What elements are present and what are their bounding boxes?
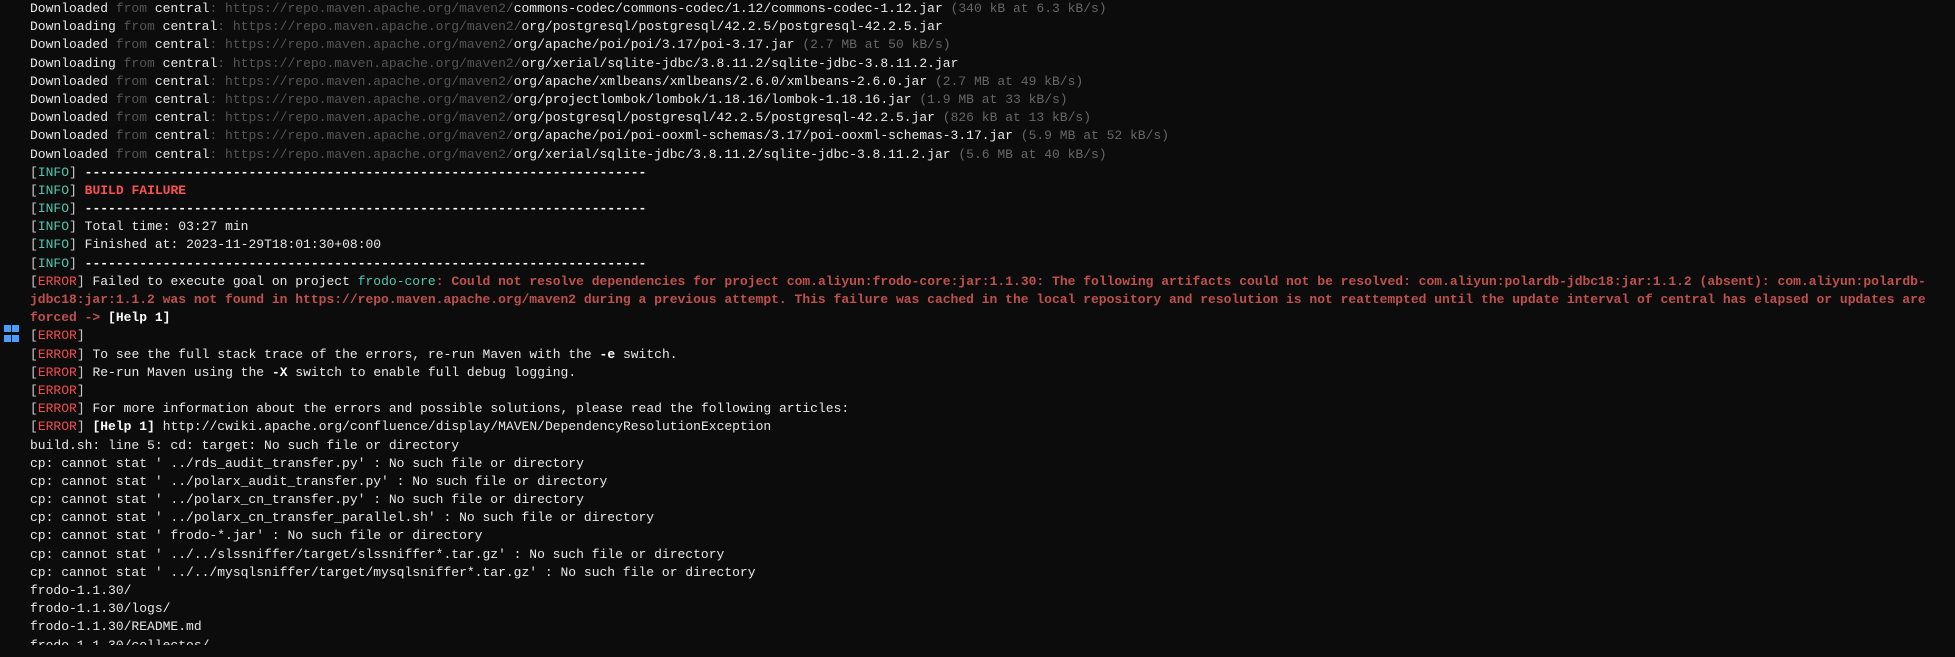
download-line: Downloaded from central: https://repo.ma… [30,73,1955,91]
error-line: [ERROR] For more information about the e… [30,400,1955,418]
error-line: [ERROR] [30,327,1955,345]
error-line: [ERROR] Re-run Maven using the -X switch… [30,364,1955,382]
download-line: Downloaded from central: https://repo.ma… [30,127,1955,145]
download-line: Downloaded from central: https://repo.ma… [30,109,1955,127]
error-goal: [ERROR] Failed to execute goal on projec… [30,273,1955,328]
download-line: Downloading from central: https://repo.m… [30,18,1955,36]
download-line: Downloaded from central: https://repo.ma… [30,36,1955,54]
build-failure: [INFO] BUILD FAILURE [30,182,1955,200]
download-line: Downloaded from central: https://repo.ma… [30,146,1955,164]
shell-output: cp: cannot stat ' ../polarx_cn_transfer.… [30,491,1955,509]
error-line: [ERROR] To see the full stack trace of t… [30,346,1955,364]
shell-output: cp: cannot stat ' frodo-*.jar' : No such… [30,527,1955,545]
error-line: [ERROR] [30,382,1955,400]
info-line: [INFO] Finished at: 2023-11-29T18:01:30+… [30,236,1955,254]
info-line: [INFO] Total time: 03:27 min [30,218,1955,236]
shell-output: build.sh: line 5: cd: target: No such fi… [30,437,1955,455]
grid-icon[interactable] [4,325,22,343]
shell-output: cp: cannot stat ' ../../slssniffer/targe… [30,546,1955,564]
shell-output: cp: cannot stat ' ../polarx_audit_transf… [30,473,1955,491]
shell-output: cp: cannot stat ' ../rds_audit_transfer.… [30,455,1955,473]
download-line: Downloading from central: https://repo.m… [30,55,1955,73]
terminal-output[interactable]: Downloaded from central: https://repo.ma… [30,0,1955,645]
download-line: Downloaded from central: https://repo.ma… [30,0,1955,18]
shell-output: cp: cannot stat ' ../../mysqlsniffer/tar… [30,564,1955,582]
shell-output: frodo-1.1.30/README.md [30,618,1955,636]
download-line: Downloaded from central: https://repo.ma… [30,91,1955,109]
shell-output: frodo-1.1.30/ [30,582,1955,600]
info-separator: [INFO] ---------------------------------… [30,164,1955,182]
shell-output: frodo-1.1.30/logs/ [30,600,1955,618]
error-help: [ERROR] [Help 1] http://cwiki.apache.org… [30,418,1955,436]
shell-output: frodo-1.1.30/collectos/ [30,637,1955,645]
shell-output: cp: cannot stat ' ../polarx_cn_transfer_… [30,509,1955,527]
info-separator: [INFO] ---------------------------------… [30,200,1955,218]
info-separator: [INFO] ---------------------------------… [30,255,1955,273]
